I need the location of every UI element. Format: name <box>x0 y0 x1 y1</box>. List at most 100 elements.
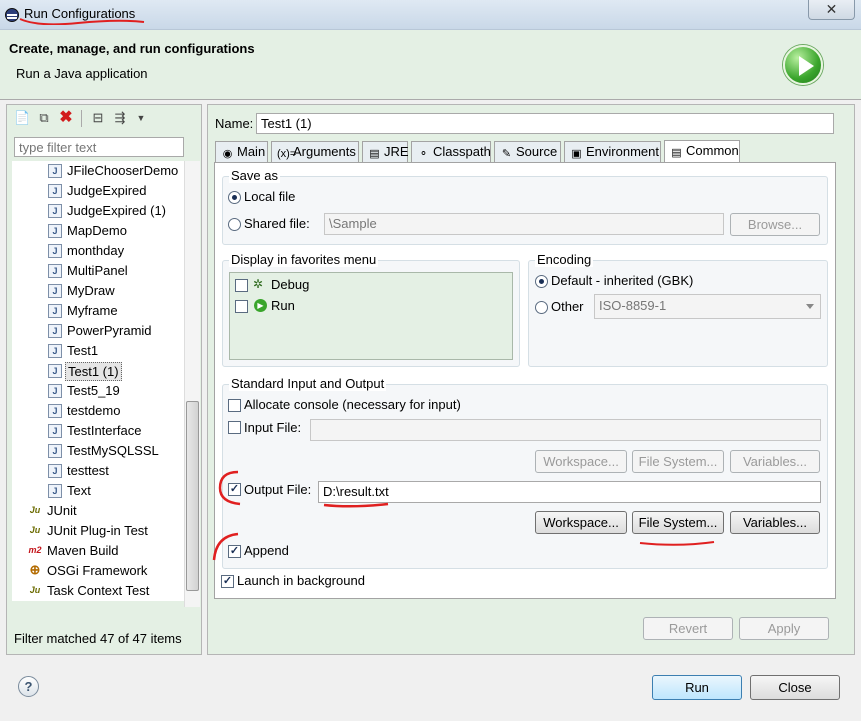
launch-background-label: Launch in background <box>237 573 365 588</box>
java-class-icon: J <box>48 484 62 498</box>
java-class-icon: J <box>48 224 62 238</box>
arguments-tab-icon: (x)= <box>277 148 297 160</box>
local-file-radio[interactable] <box>228 191 241 204</box>
close-button[interactable]: Close <box>750 675 840 700</box>
tree-item-label: Test5_19 <box>67 383 120 398</box>
save-as-label: Save as <box>229 168 280 183</box>
new-config-icon[interactable]: 📄 <box>14 110 30 126</box>
output-variables-button[interactable]: Variables... <box>730 511 820 534</box>
chevron-down-icon <box>806 304 814 309</box>
tab-label: Environment <box>586 144 659 159</box>
tab-label: Source <box>516 144 558 159</box>
tree-item-label: MultiPanel <box>67 263 128 278</box>
java-class-icon: J <box>48 284 62 298</box>
tree-item-label: OSGi Framework <box>47 563 148 578</box>
name-label: Name: <box>215 116 254 131</box>
other-encoding-radio[interactable] <box>535 301 548 314</box>
default-encoding-label: Default - inherited (GBK) <box>551 273 694 288</box>
file-system-underline-annotation <box>639 541 715 546</box>
tree-item-label: JudgeExpired (1) <box>67 203 166 218</box>
header-title: Create, manage, and run configurations <box>9 41 255 56</box>
launch-background-checkbox[interactable]: ✓ <box>221 575 234 588</box>
encoding-label: Encoding <box>535 252 594 267</box>
collapse-all-icon[interactable]: ⊟ <box>90 110 106 126</box>
debug-checkbox[interactable] <box>235 279 248 292</box>
junit-icon: Ju <box>29 505 41 515</box>
run-button[interactable]: Run <box>652 675 742 700</box>
tab-main[interactable]: ◉ Main <box>215 141 268 163</box>
tree-item-label: JUnit Plug-in Test <box>47 523 148 538</box>
input-workspace-button[interactable]: Workspace... <box>535 450 627 473</box>
tree-item-label: PowerPyramid <box>67 323 152 338</box>
osgi-icon: ⊕ <box>29 562 41 577</box>
java-class-icon: J <box>48 404 62 418</box>
append-checkbox-annotation <box>212 532 239 561</box>
stdio-label: Standard Input and Output <box>229 376 387 391</box>
tab-label: JRE <box>384 144 409 159</box>
output-workspace-button[interactable]: Workspace... <box>535 511 627 534</box>
run-checkbox[interactable] <box>235 300 248 313</box>
java-class-icon: J <box>48 324 62 338</box>
encoding-select-value: ISO-8859-1 <box>599 298 667 313</box>
tree-item-label: JUnit <box>47 503 77 518</box>
delete-icon[interactable]: ✖ <box>58 110 74 126</box>
input-file-checkbox[interactable] <box>228 421 241 434</box>
tab-label: Main <box>237 144 266 159</box>
browse-button[interactable]: Browse... <box>730 213 820 236</box>
shared-file-input[interactable]: \Sample <box>324 213 724 235</box>
allocate-console-checkbox[interactable] <box>228 399 241 412</box>
tree-item-label: Test1 <box>67 343 99 358</box>
shared-file-radio[interactable] <box>228 218 241 231</box>
tab-source[interactable]: ✎ Source <box>494 141 561 163</box>
apply-button[interactable]: Apply <box>739 617 829 640</box>
output-file-system-button[interactable]: File System... <box>632 511 724 534</box>
tab-jre[interactable]: ▤ JRE <box>362 141 409 163</box>
default-encoding-radio[interactable] <box>535 275 548 288</box>
tree-item-label: JudgeExpired <box>67 183 147 198</box>
output-file-label: Output File: <box>244 482 312 497</box>
name-input[interactable]: Test1 (1) <box>256 113 834 134</box>
java-class-icon: J <box>48 384 62 398</box>
java-class-icon: J <box>48 364 62 378</box>
revert-button[interactable]: Revert <box>643 617 733 640</box>
tree-scrollbar[interactable] <box>184 161 200 607</box>
java-class-icon: J <box>48 444 62 458</box>
tab-environment[interactable]: ▣ Environment <box>564 141 661 163</box>
shared-file-label: Shared file: <box>244 216 310 231</box>
eclipse-icon <box>5 8 19 22</box>
output-checkbox-annotation <box>218 470 241 506</box>
input-file-system-button[interactable]: File System... <box>632 450 724 473</box>
maven-icon: m2 <box>28 545 42 555</box>
tab-arguments[interactable]: (x)=Arguments <box>271 141 359 163</box>
input-variables-button[interactable]: Variables... <box>730 450 820 473</box>
config-tree: J JFileChooserDemo J JudgeExpired J JudgeExpi… <box>12 161 184 601</box>
local-file-label: Local file <box>244 189 296 204</box>
help-icon[interactable]: ? <box>18 676 39 697</box>
java-class-icon: J <box>48 424 62 438</box>
java-class-icon: J <box>48 204 62 218</box>
output-file-input[interactable]: D:\result.txt <box>318 481 821 503</box>
encoding-select[interactable]: ISO-8859-1 <box>594 294 821 319</box>
filter-status: Filter matched 47 of 47 items <box>14 631 182 646</box>
main-tab-icon: ◉ <box>222 148 233 160</box>
window-close-button[interactable]: ✕ <box>808 0 855 20</box>
chevron-down-icon[interactable]: ▼ <box>133 110 149 126</box>
tree-item-label: Test1 (1) <box>65 362 122 381</box>
environment-tab-icon: ▣ <box>571 148 582 160</box>
append-label: Append <box>244 543 289 558</box>
debug-label: Debug <box>271 277 310 292</box>
filter-input[interactable] <box>14 137 184 157</box>
java-class-icon: J <box>48 464 62 478</box>
scrollbar-thumb[interactable] <box>186 401 199 591</box>
filter-icon[interactable]: ⇶ <box>112 110 128 126</box>
java-class-icon: J <box>48 164 62 178</box>
java-class-icon: J <box>48 304 62 318</box>
java-class-icon: J <box>48 264 62 278</box>
tree-item-label: MyDraw <box>67 283 115 298</box>
tab-classpath[interactable]: ⚬ Classpath <box>411 141 491 163</box>
duplicate-icon[interactable]: ⧉ <box>36 110 52 126</box>
input-file-input[interactable] <box>310 419 821 441</box>
tree-item-label: Text <box>67 483 91 498</box>
common-tab-icon: ▤ <box>671 147 682 159</box>
tree-item-label: monthday <box>67 243 125 258</box>
